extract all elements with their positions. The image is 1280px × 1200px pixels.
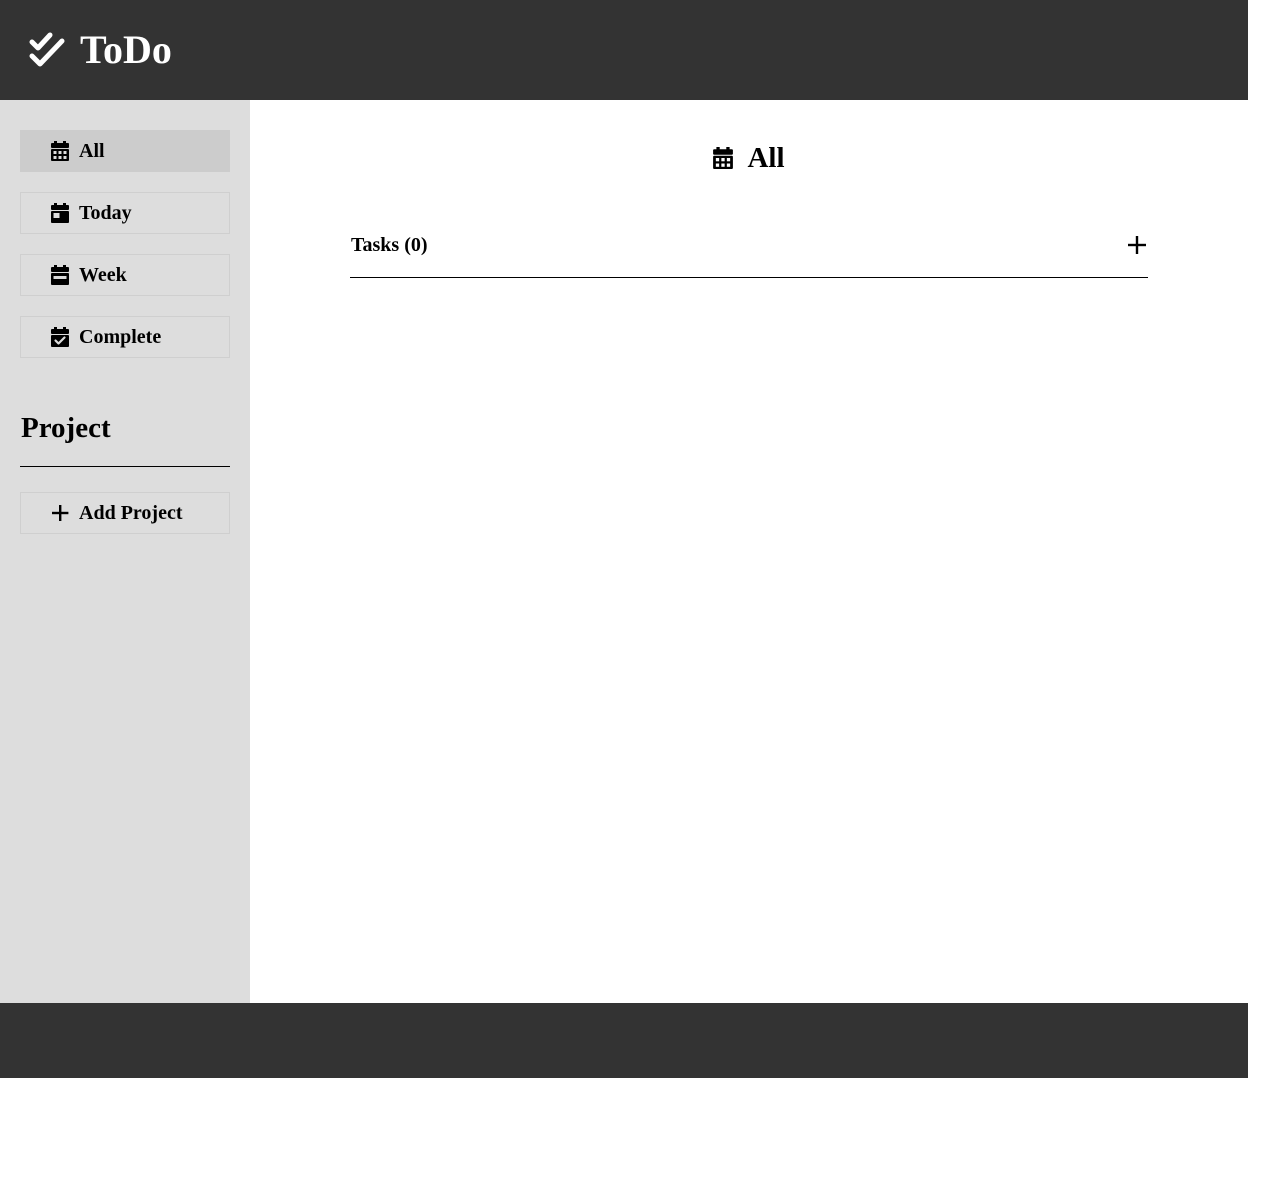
sidebar-item-label: Complete [79,325,162,348]
main-panel: All Tasks (0) [250,100,1248,1003]
sidebar-divider [20,466,230,467]
sidebar-item-label: Week [79,263,127,286]
tasks-header: Tasks (0) [350,228,1148,262]
sidebar-item-week[interactable]: Week [20,254,230,296]
add-project-button[interactable]: Add Project [20,492,230,534]
calendar-days-icon [713,147,734,169]
app-footer [0,1003,1248,1078]
tasks-count: Tasks (0) [351,233,428,256]
app-title: ToDo [80,27,172,72]
sidebar: All Today Week Complete Project Add Proj… [0,100,250,1003]
add-task-button[interactable] [1126,234,1148,256]
add-project-label: Add Project [79,501,183,524]
tasks-divider [350,277,1148,278]
calendar-week-icon [51,265,69,285]
sidebar-item-label: All [79,139,105,162]
sidebar-item-today[interactable]: Today [20,192,230,234]
app: ToDo All Today Week Complete Project Add… [0,0,1248,1078]
sidebar-item-all[interactable]: All [20,130,230,172]
page-title-text: All [747,141,785,174]
project-heading: Project [21,412,111,444]
plus-icon [1128,236,1146,254]
plus-icon [51,503,69,523]
sidebar-item-complete[interactable]: Complete [20,316,230,358]
calendar-days-icon [51,141,69,161]
calendar-day-icon [51,203,69,223]
calendar-check-icon [51,327,69,347]
app-header: ToDo [0,0,1248,100]
content-area: All Today Week Complete Project Add Proj… [0,100,1248,1003]
sidebar-item-label: Today [79,201,132,224]
page-title: All [350,140,1148,176]
double-check-icon [28,31,66,69]
